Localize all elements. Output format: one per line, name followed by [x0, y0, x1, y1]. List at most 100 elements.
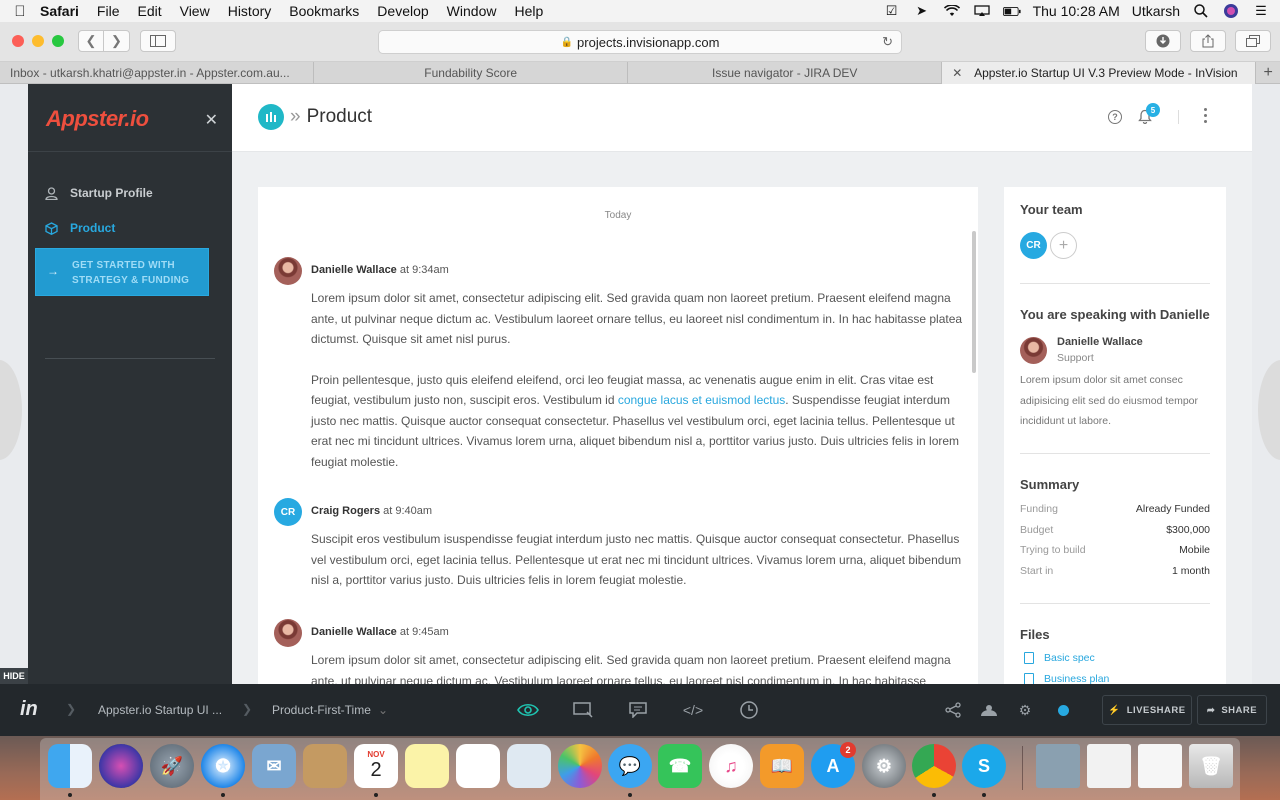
share-nodes-icon[interactable]	[942, 700, 964, 720]
team-member-avatar[interactable]: CR	[1020, 232, 1047, 259]
notes-icon[interactable]	[405, 744, 449, 788]
tab-fundability[interactable]: Fundability Score	[314, 62, 629, 84]
skype-icon[interactable]: S	[962, 744, 1006, 788]
message-time: at 9:45am	[399, 626, 449, 638]
screen-breadcrumb[interactable]: Product-First-Time	[272, 703, 371, 717]
finder-icon[interactable]	[48, 744, 92, 788]
menu-edit[interactable]: Edit	[137, 3, 161, 19]
minimize-window-button[interactable]	[32, 35, 44, 47]
system-preferences-icon[interactable]: ⚙	[862, 744, 906, 788]
day-divider: Today	[604, 210, 632, 221]
app-logo[interactable]: Appster.io	[46, 106, 149, 132]
file-link-business-plan[interactable]: Business plan	[1024, 673, 1109, 684]
history-clock-icon[interactable]	[738, 700, 760, 720]
reminders-icon[interactable]	[456, 744, 500, 788]
tabs-overview-button[interactable]	[1235, 30, 1271, 52]
calendar-icon[interactable]: NOV 2	[354, 744, 398, 788]
menu-view[interactable]: View	[180, 3, 210, 19]
new-tab-button[interactable]: +	[1256, 62, 1280, 84]
inspect-code-icon[interactable]: </>	[682, 700, 704, 720]
project-breadcrumb[interactable]: Appster.io Startup UI ...	[98, 703, 222, 717]
close-window-button[interactable]	[12, 35, 24, 47]
liveshare-button[interactable]: ⚡ LIVESHARE	[1102, 695, 1192, 725]
tab-jira[interactable]: Issue navigator - JIRA DEV	[628, 62, 943, 84]
menu-app-name[interactable]: Safari	[40, 3, 79, 19]
safari-app-icon[interactable]: ✪	[201, 744, 245, 788]
recent-document-thumbnail[interactable]	[1138, 744, 1182, 788]
add-team-member-button[interactable]: +	[1050, 232, 1077, 259]
sidebar-item-product[interactable]: Product	[44, 221, 115, 235]
menu-develop[interactable]: Develop	[377, 3, 428, 19]
share-button[interactable]	[1190, 30, 1226, 52]
home-icon[interactable]	[978, 700, 1000, 720]
more-options-icon[interactable]	[1204, 108, 1208, 123]
menu-file[interactable]: File	[97, 3, 120, 19]
invision-logo[interactable]: in	[20, 698, 38, 721]
menu-clock[interactable]: Thu 10:28 AM	[1033, 3, 1120, 19]
menu-history[interactable]: History	[228, 3, 272, 19]
menu-bookmarks[interactable]: Bookmarks	[289, 3, 359, 19]
user-status-dot[interactable]	[1058, 705, 1069, 716]
conversation-scrollbar[interactable]	[972, 231, 976, 373]
menu-user[interactable]: Utkarsh	[1132, 3, 1180, 19]
facetime-icon[interactable]: ☎	[658, 744, 702, 788]
comment-mode-icon[interactable]	[627, 700, 649, 720]
airplay-icon[interactable]	[973, 4, 991, 18]
message-body: Suscipit eros vestibulum isuspendisse fe…	[311, 529, 963, 591]
get-started-button[interactable]: → GET STARTED WITH STRATEGY & FUNDING	[35, 248, 209, 296]
screen-dropdown-icon[interactable]: ⌄	[378, 703, 388, 717]
inline-link[interactable]: congue lacus et euismod lectus	[618, 393, 785, 407]
share-arrow-icon: ➦	[1206, 704, 1216, 716]
downloads-button[interactable]	[1145, 30, 1181, 52]
messages-icon[interactable]: 💬	[608, 744, 652, 788]
download-icon	[1156, 34, 1170, 48]
apple-menu-icon[interactable]: 	[0, 3, 40, 20]
back-button[interactable]: ❮	[78, 30, 104, 52]
close-tab-icon[interactable]: ✕	[952, 66, 962, 80]
photo-booth-icon[interactable]	[507, 744, 551, 788]
forward-button[interactable]: ❯	[104, 30, 130, 52]
menu-help[interactable]: Help	[514, 3, 543, 19]
spotlight-search-icon[interactable]	[1192, 4, 1210, 18]
siri-app-icon[interactable]	[99, 744, 143, 788]
lightning-icon: ⚡	[1108, 704, 1121, 716]
siri-icon[interactable]	[1222, 4, 1240, 18]
build-mode-icon[interactable]	[572, 700, 594, 720]
battery-icon[interactable]	[1002, 4, 1021, 18]
wifi-icon[interactable]	[943, 4, 961, 18]
recent-document-thumbnail[interactable]	[1087, 744, 1131, 788]
chrome-icon[interactable]	[912, 744, 956, 788]
summary-value: 1 month	[1172, 565, 1210, 577]
close-sidebar-icon[interactable]: ✕	[205, 110, 218, 130]
sidebar-toggle-button[interactable]	[140, 30, 176, 52]
summary-key: Trying to build	[1020, 544, 1086, 556]
contacts-icon[interactable]	[303, 744, 347, 788]
photos-icon[interactable]	[558, 744, 602, 788]
message-author[interactable]: Craig Rogers	[311, 505, 380, 517]
hide-toggle-button[interactable]: HIDE	[0, 668, 28, 684]
message-author[interactable]: Danielle Wallace	[311, 626, 397, 638]
settings-gear-icon[interactable]: ⚙	[1014, 700, 1036, 720]
message-author[interactable]: Danielle Wallace	[311, 264, 397, 276]
tab-inbox[interactable]: Inbox - utkarsh.khatri@appster.in - Apps…	[0, 62, 315, 84]
launchpad-icon[interactable]: 🚀	[150, 744, 194, 788]
trash-icon[interactable]: 🗑	[1189, 744, 1233, 788]
share-prototype-button[interactable]: ➦ SHARE	[1197, 695, 1267, 725]
ibooks-icon[interactable]: 📖	[760, 744, 804, 788]
itunes-icon[interactable]: ♫	[709, 744, 753, 788]
avatar	[274, 619, 302, 647]
recent-document-thumbnail[interactable]	[1036, 744, 1080, 788]
zoom-window-button[interactable]	[52, 35, 64, 47]
preview-mode-eye-icon[interactable]	[517, 700, 539, 720]
sidebar-item-startup-profile[interactable]: Startup Profile	[44, 186, 153, 200]
location-arrow-icon[interactable]: ➤	[913, 3, 931, 18]
address-bar[interactable]: 🔒 projects.invisionapp.com ↻	[378, 30, 902, 54]
notification-center-icon[interactable]: ☰	[1252, 3, 1270, 18]
help-icon[interactable]: ?	[1108, 110, 1122, 124]
tab-invision[interactable]: ✕ Appster.io Startup UI V.3 Preview Mode…	[942, 62, 1257, 84]
menu-window[interactable]: Window	[447, 3, 497, 19]
check-circle-icon[interactable]: ☑	[883, 3, 901, 18]
reload-icon[interactable]: ↻	[882, 34, 893, 50]
file-link-basic-spec[interactable]: Basic spec	[1024, 652, 1095, 664]
mail-stamp-icon[interactable]: ✉	[252, 744, 296, 788]
